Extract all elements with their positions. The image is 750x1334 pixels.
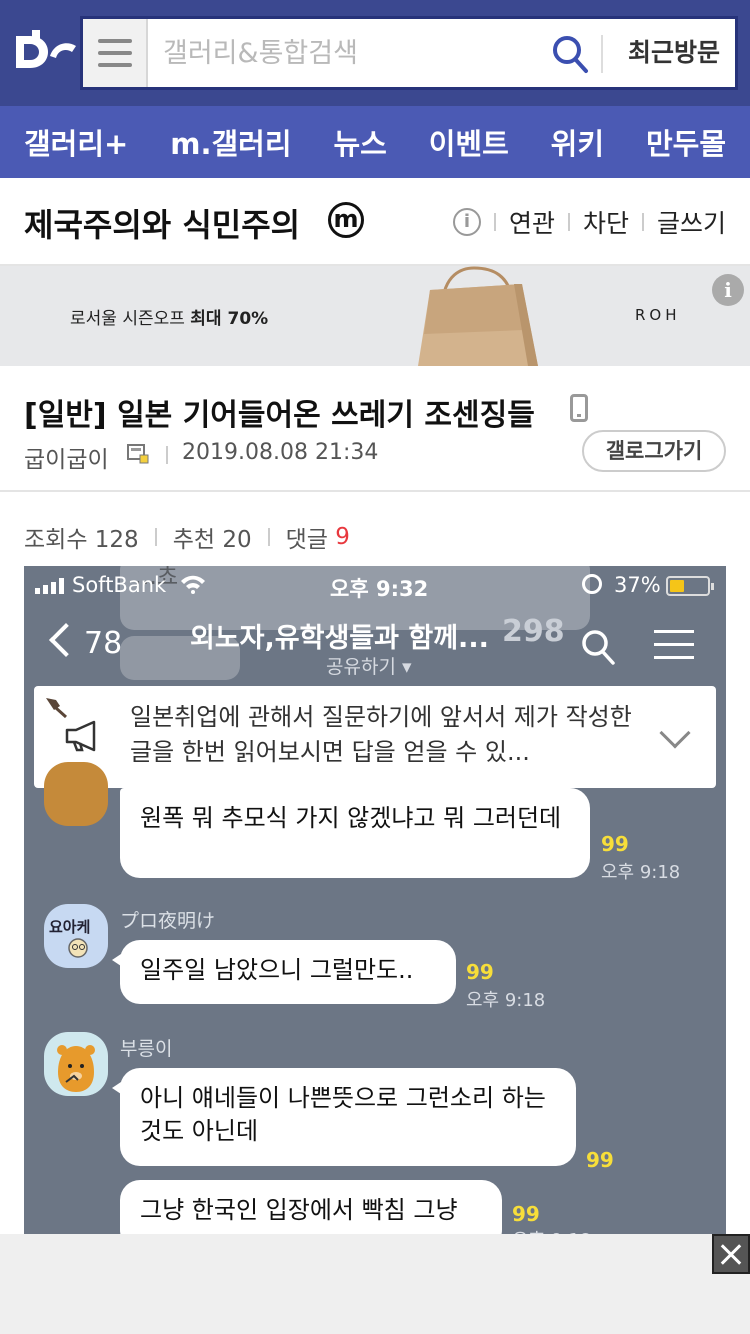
- post-stats: 조회수 128 추천 20 댓글 9: [24, 520, 350, 554]
- post-title: [일반] 일본 기어들어온 쓰레기 조센징들: [24, 398, 535, 433]
- chat-message: 원폭 뭐 추모식 가지 않겠냐고 뭐 그러던데: [120, 788, 590, 878]
- unread-count: 99: [466, 960, 494, 984]
- divider: [641, 213, 644, 231]
- megaphone-icon: [65, 720, 96, 752]
- divider: [166, 446, 168, 464]
- menu-icon: [98, 63, 132, 67]
- signal-icon: [35, 578, 64, 594]
- chat-message: 아니 얘네들이 나쁜뜻으로 그런소리 하는것도 아닌데: [112, 1068, 576, 1166]
- unread-count: 99: [586, 1148, 614, 1172]
- top-header: 최근방문: [0, 0, 750, 106]
- menu-icon: [98, 51, 132, 55]
- message-time: 오후 9:18: [466, 990, 546, 1011]
- ad-text-bold: 최대 70%: [190, 309, 269, 329]
- sender-name: 부릉이: [120, 1038, 173, 1060]
- nav-item-mandu-mall[interactable]: 만두몰: [646, 121, 726, 163]
- chat-message: 그냥 한국인 입장에서 빡침 그냥: [120, 1180, 502, 1234]
- nav-item-gallery-plus[interactable]: 갤러리+: [24, 121, 128, 163]
- message-time: 오후 9:18: [512, 1226, 591, 1234]
- post-author[interactable]: 굽이굽이: [24, 440, 109, 474]
- search-input[interactable]: [163, 19, 553, 87]
- view-count: 조회수 128: [24, 527, 139, 553]
- chat-room-title: 외노자,유학생들과 함께...: [190, 623, 489, 654]
- post-date: 2019.08.08 21:34: [182, 440, 379, 465]
- gonic-icon: [127, 444, 149, 464]
- chat-message: 일주일 남았으니 그럴만도..: [112, 940, 456, 1004]
- menu-icon: [98, 39, 132, 43]
- notice-text: 일본취업에 관해서 질문하기에 앞서서 제가 작성한 글을 한번 읽어보시면 답…: [130, 703, 632, 766]
- status-time: 오후 9:32: [330, 577, 429, 601]
- main-nav: 갤러리+ m.갤러리 뉴스 이벤트 위키 만두몰: [0, 106, 750, 178]
- message-text: 원폭 뭐 추모식 가지 않겠냐고 뭐 그러던데: [140, 804, 562, 832]
- message-text: 그냥 한국인 입장에서 빡침 그냥: [140, 1196, 458, 1224]
- back-count: 78: [84, 626, 123, 661]
- pin-icon: [46, 698, 68, 718]
- gallog-button[interactable]: 갤로그가기: [582, 430, 726, 472]
- chat-screenshot: …쵸 SoftBank 오후 9:32 37% 78 외노자,유학생들과 함께.…: [24, 566, 726, 1234]
- post-header: [일반] 일본 기어들어온 쓰레기 조센징들 굽이굽이 2019.08.08 2…: [0, 366, 750, 492]
- share-label: 공유하기 ▾: [326, 656, 412, 678]
- block-button[interactable]: 차단: [583, 204, 629, 240]
- comment-label[interactable]: 댓글: [286, 520, 328, 554]
- ad-text: 로서울 시즌오프 최대 70%: [70, 304, 268, 329]
- divider: [154, 528, 157, 546]
- dc-logo-icon[interactable]: [10, 22, 78, 82]
- avatar: 요아케: [44, 904, 108, 968]
- avatar-character-icon: [68, 938, 88, 958]
- chevron-down-icon: [659, 717, 691, 749]
- message-text: 아니 얘네들이 나쁜뜻으로 그런소리 하는것도 아닌데: [140, 1084, 546, 1145]
- unread-count: 99: [512, 1202, 540, 1226]
- sender-name: プロ夜明け: [120, 910, 216, 932]
- menu-button[interactable]: [83, 19, 148, 87]
- nav-item-event[interactable]: 이벤트: [429, 121, 509, 163]
- divider: [267, 528, 270, 546]
- search-box: 최근방문: [80, 16, 738, 90]
- ad-brand: ROH: [635, 306, 681, 324]
- alarm-icon: [582, 574, 602, 594]
- divider: [493, 213, 496, 231]
- battery-icon: [666, 576, 714, 596]
- divider: [601, 35, 603, 73]
- back-icon: [49, 623, 83, 657]
- recent-visits-button[interactable]: 최근방문: [613, 19, 735, 87]
- avatar: [44, 762, 108, 826]
- carrier-name: SoftBank: [72, 573, 167, 597]
- write-button[interactable]: 글쓰기: [657, 204, 726, 240]
- ad-banner[interactable]: 로서울 시즌오프 최대 70% ROH i: [0, 266, 750, 366]
- avatar-character-icon: [57, 1045, 95, 1092]
- pinned-notice: 일본취업에 관해서 질문하기에 앞서서 제가 작성한 글을 한번 읽어보시면 답…: [34, 686, 716, 788]
- search-icon[interactable]: [551, 34, 589, 74]
- chat-room-header: 78 외노자,유학생들과 함께... 298 공유하기 ▾: [24, 606, 726, 686]
- message-text: 일주일 남았으니 그럴만도..: [140, 956, 414, 984]
- gallery-header: 제국주의와 식민주의 m i 연관 차단 글쓰기: [0, 178, 750, 266]
- mobile-icon: [570, 394, 588, 422]
- ad-info-icon[interactable]: i: [712, 274, 744, 306]
- nav-item-wiki[interactable]: 위키: [551, 121, 604, 163]
- minor-gallery-badge: m: [328, 202, 364, 238]
- gallery-title[interactable]: 제국주의와 식민주의: [24, 200, 300, 246]
- avatar: [44, 1032, 108, 1096]
- chat-menu-icon: [654, 630, 694, 660]
- wifi-icon: [181, 575, 205, 594]
- chat-search-icon: [582, 630, 615, 665]
- unread-count: 99: [601, 832, 629, 856]
- related-button[interactable]: 연관: [509, 204, 555, 240]
- comment-count[interactable]: 9: [335, 524, 350, 550]
- message-time: 오후 9:18: [601, 862, 681, 883]
- nav-item-news[interactable]: 뉴스: [333, 121, 386, 163]
- gallery-actions: i 연관 차단 글쓰기: [452, 202, 726, 242]
- recommend-count: 추천 20: [172, 527, 252, 553]
- battery-percent: 37%: [614, 573, 661, 597]
- page: 최근방문 갤러리+ m.갤러리 뉴스 이벤트 위키 만두몰 제국주의와 식민주의…: [0, 0, 750, 1334]
- member-count: 298: [502, 614, 565, 649]
- ad-text-normal: 로서울 시즌오프: [70, 309, 191, 329]
- handbag-image: [418, 266, 538, 366]
- info-icon[interactable]: i: [452, 208, 481, 236]
- bottom-ad-banner[interactable]: [0, 1234, 750, 1334]
- phone-status-bar: SoftBank 오후 9:32 37%: [24, 566, 726, 604]
- close-icon[interactable]: [712, 1234, 750, 1274]
- nav-item-m-gallery[interactable]: m.갤러리: [170, 121, 291, 163]
- divider: [567, 213, 570, 231]
